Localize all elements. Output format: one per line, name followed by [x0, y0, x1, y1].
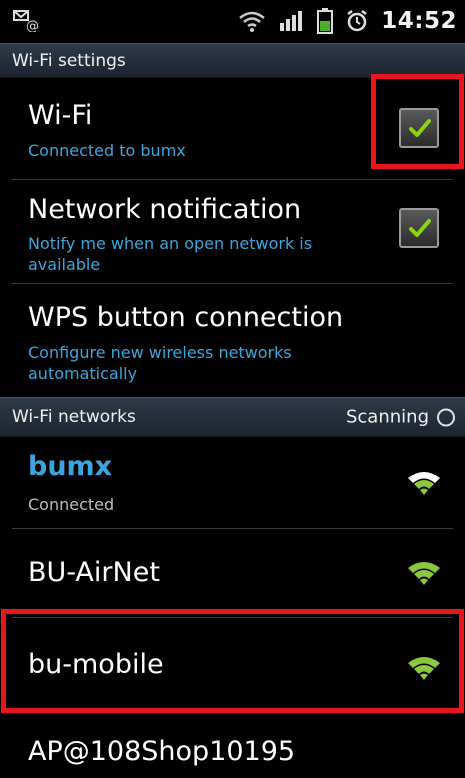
network-notification-subtitle: Notify me when an open network is availa…: [28, 234, 313, 274]
cell-signal-icon: [280, 11, 303, 31]
scanning-label: Scanning: [345, 406, 429, 428]
status-bar: @ 14:52: [0, 0, 465, 43]
section-header-title: Wi-Fi networks: [12, 407, 136, 427]
network-item-bumx[interactable]: bumx Connected: [0, 437, 465, 528]
network-name: bu-mobile: [28, 649, 164, 680]
spinner-icon: [437, 408, 455, 426]
wps-subtitle: Configure new wireless networks automati…: [28, 343, 292, 383]
wps-title: WPS button connection: [28, 302, 344, 333]
section-header-wifi-settings: Wi-Fi settings: [0, 43, 465, 78]
wifi-subtitle: Connected to bumx: [28, 141, 186, 160]
network-name: BU-AirNet: [28, 557, 160, 588]
wifi-title: Wi-Fi: [28, 100, 93, 131]
screen: @ 14:52 Wi-Fi settings Wi-Fi Connected t…: [0, 0, 465, 778]
network-item-bu-mobile[interactable]: bu-mobile: [0, 618, 465, 712]
network-name: AP@108Shop10195: [28, 736, 296, 767]
scanning-indicator: Scanning: [346, 407, 455, 428]
network-notification-title: Network notification: [28, 194, 302, 225]
status-time: 14:52: [381, 8, 457, 34]
section-header-wifi-networks: Wi-Fi networks Scanning: [0, 397, 465, 437]
network-name: bumx: [28, 451, 113, 482]
network-item-ap108shop[interactable]: AP@108Shop10195: [0, 712, 465, 778]
checkmark-icon: [409, 119, 431, 137]
network-item-bu-airnet[interactable]: BU-AirNet: [0, 529, 465, 617]
wifi-toggle-row[interactable]: Wi-Fi Connected to bumx: [0, 78, 465, 179]
wifi-signal-icon: [239, 11, 266, 32]
battery-icon: [317, 8, 334, 34]
network-notification-row[interactable]: Network notification Notify me when an o…: [0, 180, 465, 283]
wifi-signal-strength-icon: [408, 472, 440, 495]
checkmark-icon: [409, 219, 431, 237]
svg-text:@: @: [26, 19, 39, 32]
wps-button-connection-row[interactable]: WPS button connection Configure new wire…: [0, 284, 465, 397]
wifi-checkbox[interactable]: [399, 108, 439, 148]
wifi-signal-strength-icon: [408, 562, 440, 585]
status-icons: 14:52: [237, 6, 457, 36]
network-status: Connected: [28, 495, 115, 514]
network-notification-checkbox[interactable]: [399, 208, 439, 248]
wifi-signal-strength-icon: [408, 657, 440, 680]
section-header-title: Wi-Fi settings: [12, 50, 126, 71]
alarm-icon: [347, 10, 368, 32]
email-notification-icon: @: [13, 10, 39, 32]
